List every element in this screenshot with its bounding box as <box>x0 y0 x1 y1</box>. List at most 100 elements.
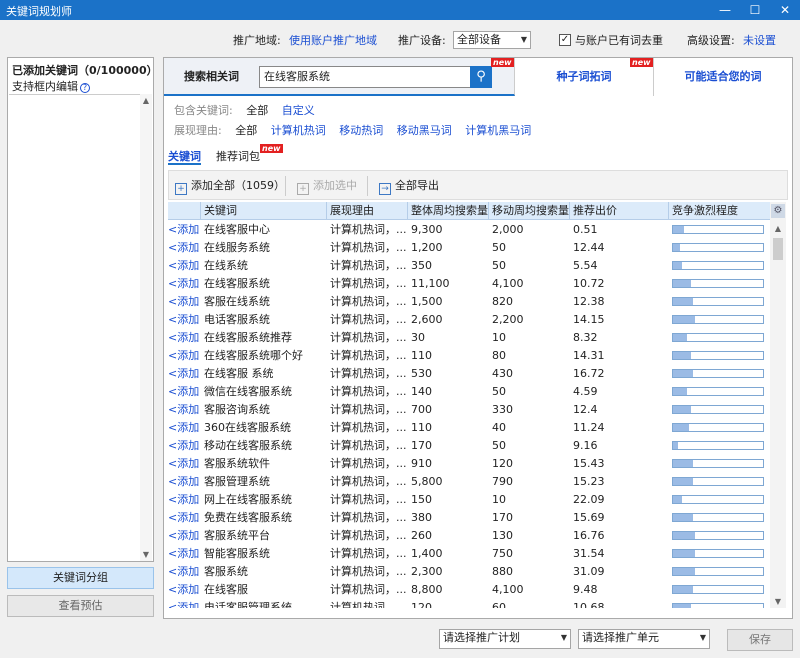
grid-scrollbar[interactable]: ⚙ ▲ ▼ <box>770 202 786 608</box>
row-total-volume: 5,800 <box>411 475 443 488</box>
add-selected-button[interactable]: + 添加选中 <box>297 178 357 195</box>
include-all-option[interactable]: 全部 <box>246 104 268 117</box>
reason-pc-darkhorse-option[interactable]: 计算机黑马词 <box>465 124 531 137</box>
view-estimate-button[interactable]: 查看预估 <box>7 595 154 617</box>
region-link[interactable]: 使用账户推广地域 <box>289 34 377 48</box>
unit-select[interactable]: 请选择推广单元 ▼ <box>578 629 710 649</box>
table-row[interactable]: <添加 免费在线客服系统 计算机热词，... 380 170 15.69 <box>168 509 770 527</box>
tab-suggested-words[interactable]: 可能适合您的词 <box>654 58 792 96</box>
table-row[interactable]: <添加 网上在线客服系统 计算机热词，... 150 10 22.09 <box>168 491 770 509</box>
table-row[interactable]: <添加 客服系统软件 计算机热词，... 910 120 15.43 <box>168 455 770 473</box>
table-row[interactable]: <添加 在线服务系统 计算机热词，... 1,200 50 12.44 <box>168 239 770 257</box>
scroll-thumb[interactable] <box>773 238 783 260</box>
row-mobile-volume: 120 <box>492 457 513 470</box>
row-add-link[interactable]: <添加 <box>168 383 201 401</box>
table-row[interactable]: <添加 在线客服系统哪个好 计算机热词，... 110 80 14.31 <box>168 347 770 365</box>
add-all-button[interactable]: + 添加全部（1059） <box>175 178 285 195</box>
row-mobile-volume: 80 <box>492 349 506 362</box>
row-mobile-volume: 170 <box>492 511 513 524</box>
row-add-link[interactable]: <添加 <box>168 329 201 347</box>
search-input[interactable]: 在线客服系统 <box>259 66 491 88</box>
row-add-link[interactable]: <添加 <box>168 221 201 239</box>
reason-all-option[interactable]: 全部 <box>235 124 257 137</box>
col-header-mobile-volume[interactable]: 移动周均搜索量 <box>489 202 570 220</box>
row-add-link[interactable]: <添加 <box>168 347 201 365</box>
editor-scrollbar[interactable]: ▲ ▼ <box>140 94 152 561</box>
competition-bar-fill <box>673 298 693 305</box>
table-row[interactable]: <添加 在线客服系统推荐 计算机热词，... 30 10 8.32 <box>168 329 770 347</box>
row-add-link[interactable]: <添加 <box>168 257 201 275</box>
table-row[interactable]: <添加 电话客服系统 计算机热词，... 2,600 2,200 14.15 <box>168 311 770 329</box>
col-header-keyword[interactable]: 关键词 <box>201 202 327 220</box>
row-add-link[interactable]: <添加 <box>168 473 201 491</box>
subtab-keywords[interactable]: 关键词 <box>168 148 201 165</box>
gear-icon[interactable]: ⚙ <box>771 204 785 218</box>
table-row[interactable]: <添加 360在线客服系统 计算机热词，... 110 40 11.24 <box>168 419 770 437</box>
table-row[interactable]: <添加 客服咨询系统 计算机热词，... 700 330 12.4 <box>168 401 770 419</box>
competition-bar <box>672 261 764 270</box>
include-custom-option[interactable]: 自定义 <box>282 104 315 117</box>
table-row[interactable]: <添加 在线客服中心 计算机热词，... 9,300 2,000 0.51 <box>168 221 770 239</box>
keyword-group-button[interactable]: 关键词分组 <box>7 567 154 589</box>
scroll-down-icon[interactable]: ▼ <box>140 550 152 559</box>
chevron-down-icon: ▼ <box>520 35 527 44</box>
help-icon[interactable]: ? <box>80 83 90 93</box>
reason-mobile-hot-option[interactable]: 移动热词 <box>339 124 383 137</box>
minimize-icon[interactable]: — <box>710 0 740 20</box>
row-add-link[interactable]: <添加 <box>168 239 201 257</box>
table-row[interactable]: <添加 在线客服 计算机热词，... 8,800 4,100 9.48 <box>168 581 770 599</box>
row-add-link[interactable]: <添加 <box>168 365 201 383</box>
row-add-link[interactable]: <添加 <box>168 527 201 545</box>
table-row[interactable]: <添加 客服在线系统 计算机热词，... 1,500 820 12.38 <box>168 293 770 311</box>
dedupe-checkbox[interactable]: ✓ <box>559 34 571 46</box>
device-label: 推广设备: <box>398 34 446 47</box>
reason-pc-hot-option[interactable]: 计算机热词 <box>271 124 326 137</box>
row-add-link[interactable]: <添加 <box>168 455 201 473</box>
row-add-link[interactable]: <添加 <box>168 509 201 527</box>
row-add-link[interactable]: <添加 <box>168 419 201 437</box>
table-row[interactable]: <添加 在线客服系统 计算机热词，... 11,100 4,100 10.72 <box>168 275 770 293</box>
table-row[interactable]: <添加 在线系统 计算机热词，... 350 50 5.54 <box>168 257 770 275</box>
row-add-link[interactable]: <添加 <box>168 563 201 581</box>
table-row[interactable]: <添加 客服系统 计算机热词，... 2,300 880 31.09 <box>168 563 770 581</box>
table-row[interactable]: <添加 微信在线客服系统 计算机热词，... 140 50 4.59 <box>168 383 770 401</box>
subtab-recommend-package[interactable]: 推荐词包 <box>216 148 260 165</box>
row-keyword: 客服咨询系统 <box>204 403 270 416</box>
row-add-link[interactable]: <添加 <box>168 275 201 293</box>
row-reason: 计算机热词，... <box>330 421 407 434</box>
maximize-icon[interactable]: ☐ <box>740 0 770 20</box>
advanced-link[interactable]: 未设置 <box>743 34 776 48</box>
table-row[interactable]: <添加 客服系统平台 计算机热词，... 260 130 16.76 <box>168 527 770 545</box>
table-row[interactable]: <添加 在线客服 系统 计算机热词，... 530 430 16.72 <box>168 365 770 383</box>
plan-select[interactable]: 请选择推广计划 ▼ <box>439 629 571 649</box>
row-add-link[interactable]: <添加 <box>168 293 201 311</box>
device-select[interactable]: 全部设备 ▼ <box>453 31 531 49</box>
row-mobile-volume: 50 <box>492 259 506 272</box>
row-bid: 4.59 <box>573 385 598 398</box>
table-row[interactable]: <添加 客服管理系统 计算机热词，... 5,800 790 15.23 <box>168 473 770 491</box>
col-header-competition[interactable]: 竞争激烈程度 <box>669 202 770 220</box>
export-all-button[interactable]: → 全部导出 <box>379 178 439 195</box>
row-add-link[interactable]: <添加 <box>168 437 201 455</box>
keywords-editor[interactable] <box>9 94 141 561</box>
scroll-up-icon[interactable]: ▲ <box>140 96 152 105</box>
scroll-down-icon[interactable]: ▼ <box>772 597 784 606</box>
table-row[interactable]: <添加 移动在线客服系统 计算机热词，... 170 50 9.16 <box>168 437 770 455</box>
row-add-link[interactable]: <添加 <box>168 491 201 509</box>
scroll-up-icon[interactable]: ▲ <box>772 224 784 233</box>
row-add-link[interactable]: <添加 <box>168 599 201 608</box>
row-keyword: 移动在线客服系统 <box>204 439 292 452</box>
row-add-link[interactable]: <添加 <box>168 581 201 599</box>
reason-mobile-darkhorse-option[interactable]: 移动黑马词 <box>397 124 452 137</box>
table-row[interactable]: <添加 电话客服管理系统 计算机热词，... 120 60 10.68 <box>168 599 770 608</box>
close-icon[interactable]: ✕ <box>770 0 800 20</box>
row-add-link[interactable]: <添加 <box>168 311 201 329</box>
col-header-total-volume[interactable]: 整体周均搜索量 <box>408 202 489 220</box>
col-header-bid[interactable]: 推荐出价 <box>570 202 669 220</box>
row-add-link[interactable]: <添加 <box>168 401 201 419</box>
search-button[interactable]: ⚲ <box>470 66 492 88</box>
col-header-reason[interactable]: 展现理由 <box>327 202 408 220</box>
save-button[interactable]: 保存 <box>727 629 793 651</box>
row-add-link[interactable]: <添加 <box>168 545 201 563</box>
table-row[interactable]: <添加 智能客服系统 计算机热词，... 1,400 750 31.54 <box>168 545 770 563</box>
